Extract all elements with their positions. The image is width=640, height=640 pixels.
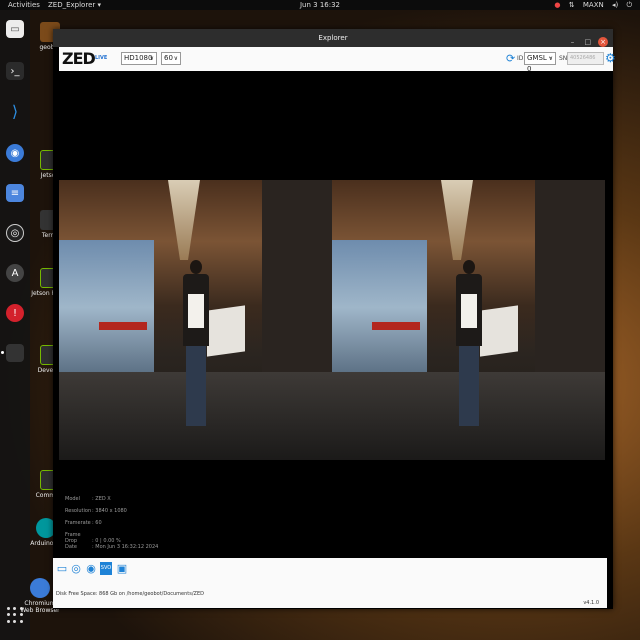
- explorer-window: Explorer – □ × ZED LIVE HD1080 ∨ 60 ∨ ⟳ …: [53, 29, 616, 609]
- update-icon[interactable]: ●: [554, 1, 560, 9]
- refresh-icon[interactable]: ⟳: [506, 52, 515, 65]
- zed-logo: ZED: [62, 49, 96, 68]
- clock[interactable]: Jun 3 16:32: [300, 0, 340, 10]
- fps-select[interactable]: 60 ∨: [161, 52, 181, 65]
- chromium-icon[interactable]: ◉: [6, 144, 24, 162]
- action-bar: ▭ ◎ ◉ SVO ▣: [53, 558, 607, 580]
- files-icon[interactable]: ▭: [6, 20, 24, 38]
- camera-viewer[interactable]: Model: ZED X Resolution: 3840 x 1080 Fra…: [59, 71, 607, 558]
- disk-free-space: Disk Free Space: 868 Gb on /home/geobot/…: [56, 591, 204, 597]
- camera-snapshot-icon[interactable]: ▣: [116, 562, 128, 575]
- broadcast-icon[interactable]: ◎: [70, 562, 82, 575]
- terminal-icon[interactable]: ›_: [6, 62, 24, 80]
- power-mode-label[interactable]: MAXN: [583, 1, 604, 9]
- fps-value: 60: [164, 54, 173, 62]
- text-editor-icon[interactable]: ≡: [6, 184, 24, 202]
- model-label: Model: [65, 496, 81, 502]
- zed-explorer-icon[interactable]: [1, 344, 24, 362]
- framerate-label: Framerate: [65, 520, 91, 526]
- window-title: Explorer: [318, 34, 348, 42]
- live-badge: LIVE: [95, 55, 108, 61]
- resolution-select[interactable]: HD1080 ∨: [121, 52, 157, 65]
- model-value: ZED X: [95, 496, 111, 502]
- right-camera-image: [332, 180, 605, 460]
- help-icon[interactable]: !: [6, 304, 24, 322]
- activities-button[interactable]: Activities: [8, 0, 40, 10]
- top-bar: Activities ZED_Explorer ▾ Jun 3 16:32 ● …: [0, 0, 640, 10]
- chevron-down-icon: ∨: [548, 55, 553, 62]
- toolbar: ZED LIVE HD1080 ∨ 60 ∨ ⟳ ID GMSL - 0 ∨ S…: [59, 47, 616, 73]
- framerate-value: 60: [95, 520, 102, 526]
- app-store-icon[interactable]: A: [6, 264, 24, 282]
- camera-id-select[interactable]: GMSL - 0 ∨: [524, 52, 556, 73]
- settings-gear-icon[interactable]: ⚙: [605, 51, 616, 65]
- vscode-icon[interactable]: ⟩: [6, 102, 24, 121]
- svo-icon[interactable]: SVO: [100, 562, 112, 575]
- camera-info-resolution: Resolution: 3840 x 1080: [65, 508, 127, 514]
- record-icon[interactable]: ◉: [85, 562, 97, 575]
- chevron-down-icon: ∨: [173, 55, 178, 62]
- chevron-down-icon: ∨: [149, 55, 154, 62]
- folder-icon[interactable]: ▭: [56, 562, 68, 575]
- maximize-icon[interactable]: □: [583, 37, 593, 47]
- camera-info-frame-drop: Frame Drop: 0 | 0.00 %: [65, 532, 121, 544]
- status-bar: Disk Free Space: 868 Gb on /home/geobot/…: [53, 580, 607, 608]
- window-titlebar[interactable]: Explorer – □ ×: [53, 29, 613, 47]
- date-label: Date: [65, 544, 77, 550]
- resolution-info-value: 3840 x 1080: [95, 508, 127, 514]
- id-label: ID: [517, 55, 524, 62]
- close-icon[interactable]: ×: [598, 37, 608, 47]
- obs-icon[interactable]: ◎: [6, 224, 24, 242]
- chromium-shortcut-icon: [30, 578, 50, 598]
- app-menu[interactable]: ZED_Explorer ▾: [48, 0, 101, 10]
- camera-info-model: Model: ZED X: [65, 496, 111, 502]
- system-tray[interactable]: ● ⇅ MAXN ◂) ⏻: [548, 0, 632, 10]
- volume-icon[interactable]: ◂): [612, 1, 618, 9]
- serial-number-field[interactable]: 40526486: [567, 52, 604, 65]
- minimize-icon[interactable]: –: [568, 37, 578, 47]
- power-icon[interactable]: ⏻: [626, 1, 632, 9]
- camera-info-date: Date: Mon Jun 3 16:32:12 2024: [65, 544, 159, 550]
- version-label: v4.1.0: [583, 600, 599, 606]
- date-value: Mon Jun 3 16:32:12 2024: [95, 544, 159, 550]
- frame-drop-label: Frame Drop: [65, 532, 81, 544]
- app-menu-label: ZED_Explorer: [48, 1, 96, 9]
- network-icon[interactable]: ⇅: [569, 1, 575, 9]
- camera-info-framerate: Framerate: 60: [65, 520, 102, 526]
- left-camera-image: [59, 180, 332, 460]
- resolution-value: HD1080: [124, 54, 153, 62]
- resolution-label: Resolution: [65, 508, 92, 514]
